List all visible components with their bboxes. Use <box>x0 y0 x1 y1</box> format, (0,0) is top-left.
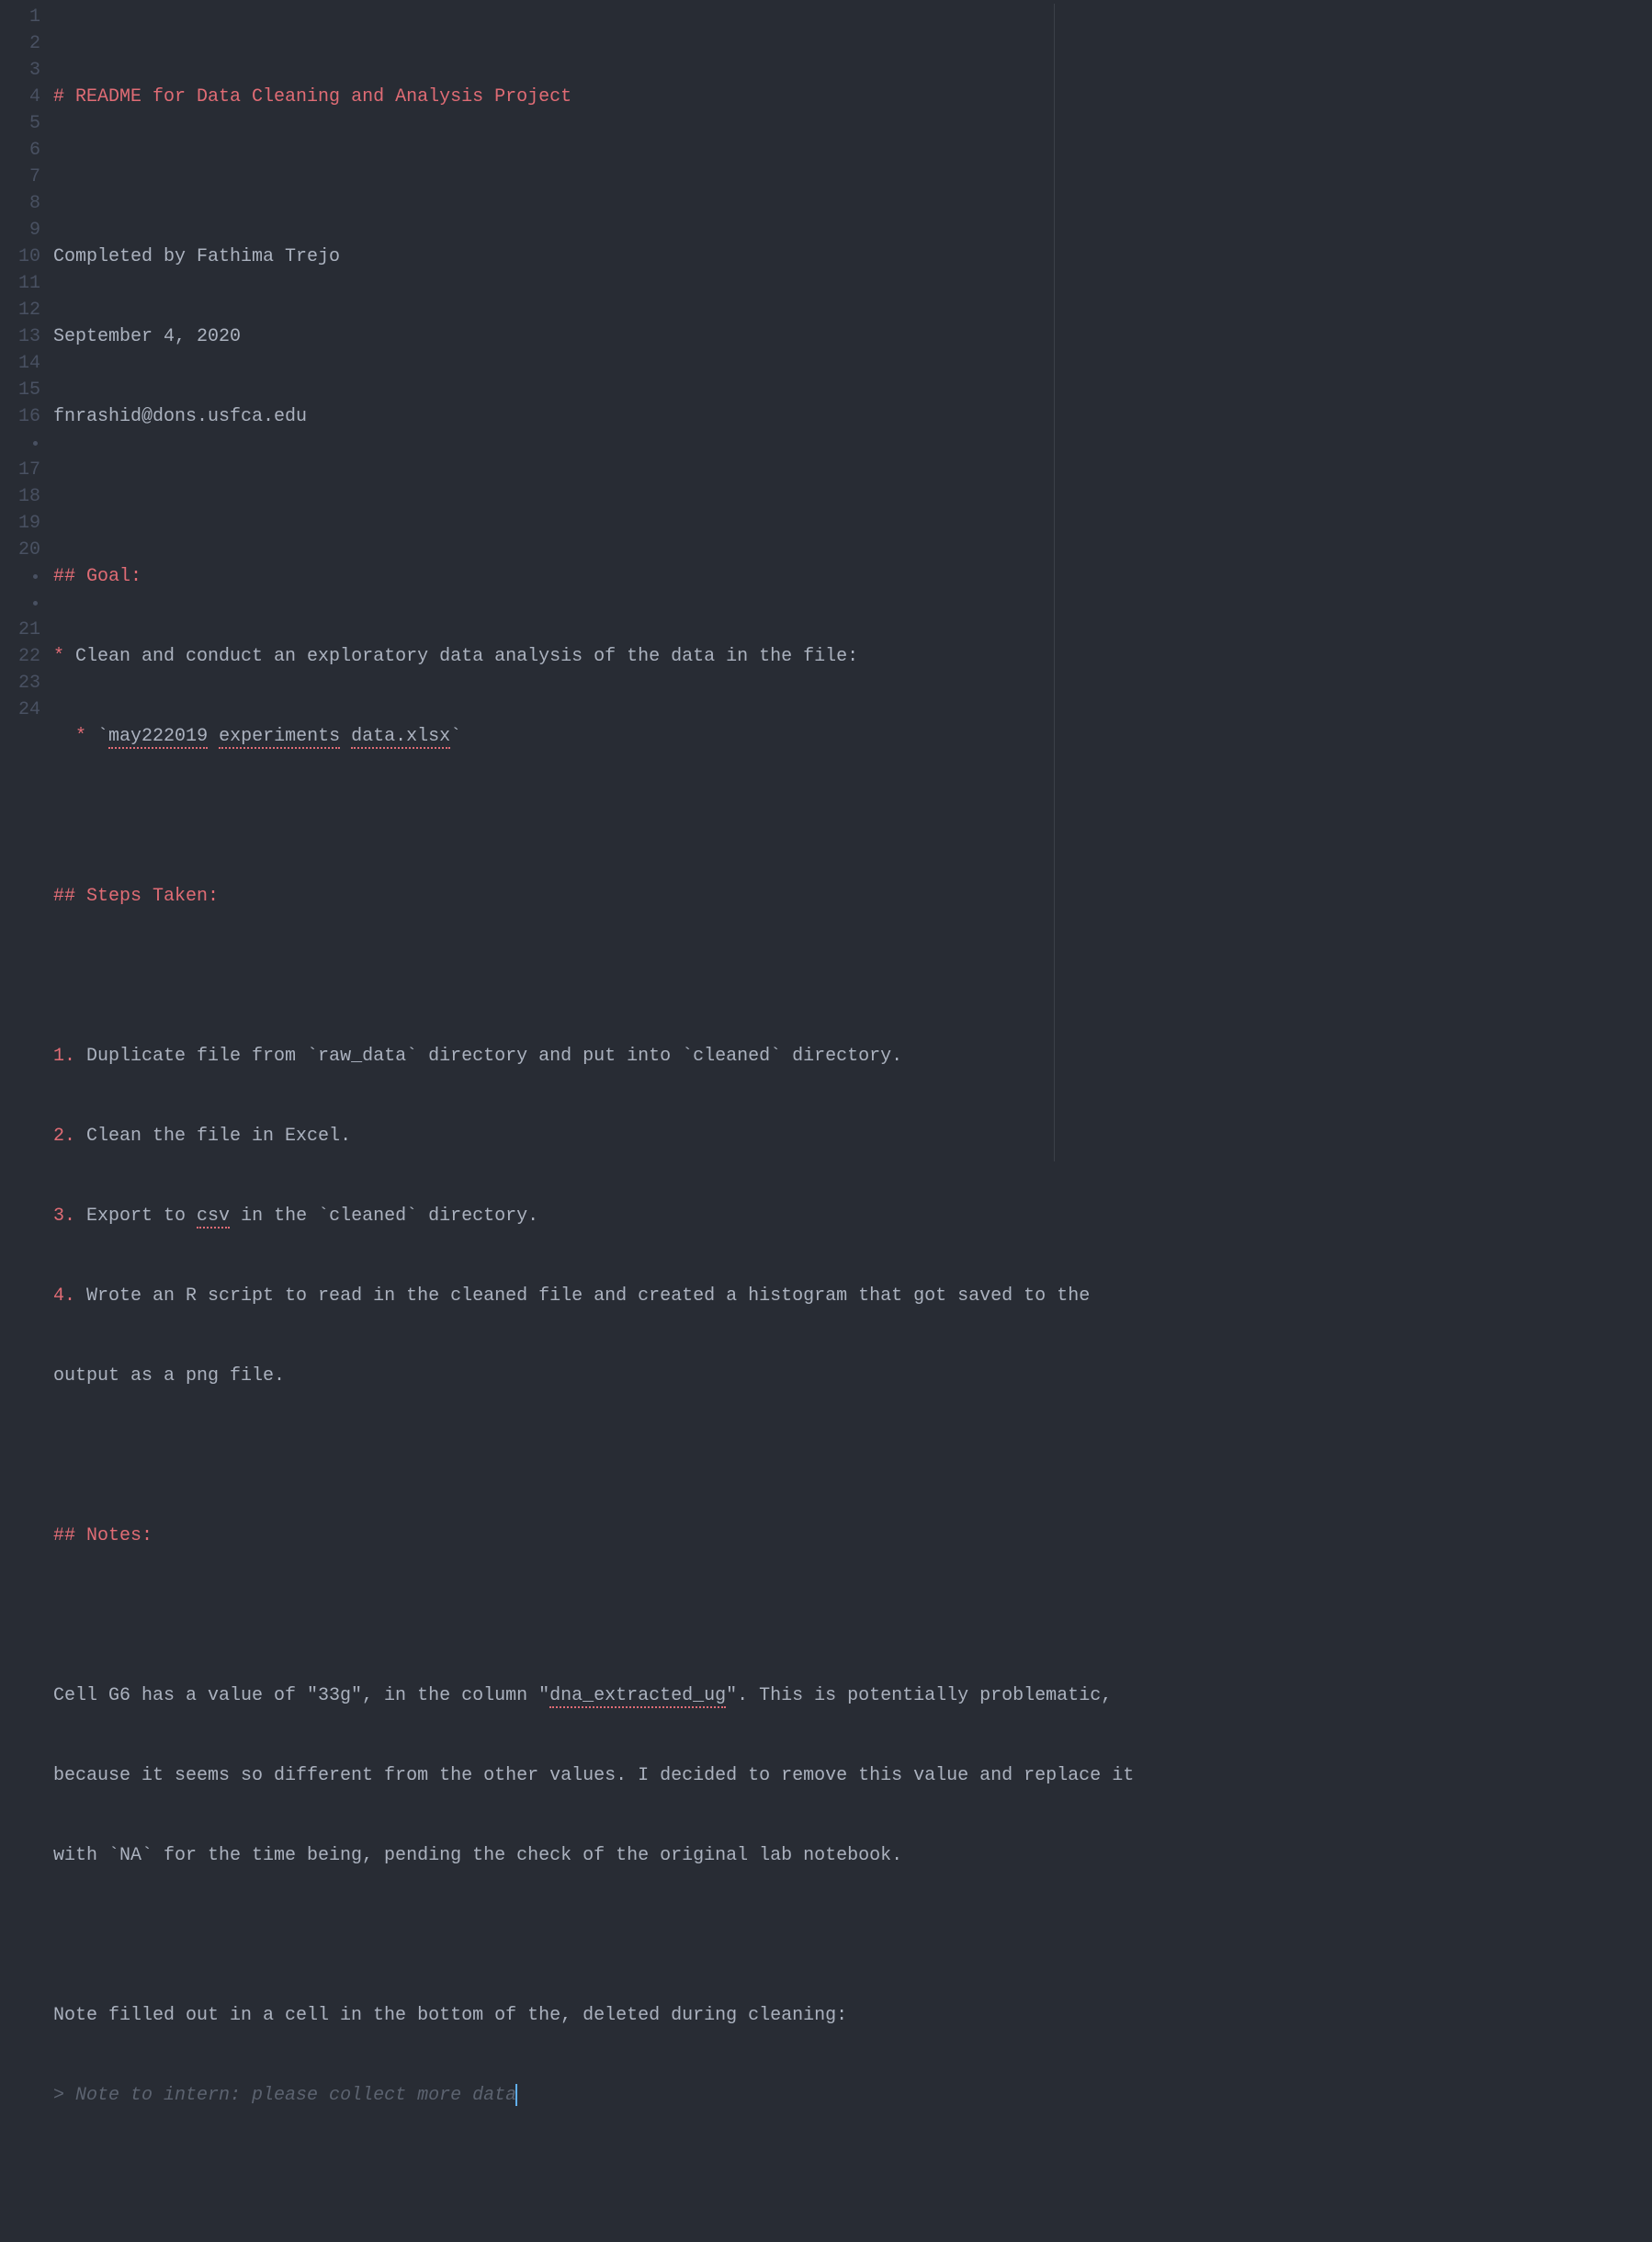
markdown-heading-text: Notes: <box>86 1525 153 1546</box>
code-line: output as a png file. <box>53 1363 1652 1389</box>
code-line: ## Goal: <box>53 563 1652 590</box>
markdown-heading-text: Goal: <box>86 566 141 587</box>
text: because it seems so different from the o… <box>53 1765 1145 1786</box>
text: in the `cleaned` directory. <box>230 1206 538 1227</box>
line-number: 13 <box>0 323 40 350</box>
text: with `NA` for the time being, pending th… <box>53 1845 902 1866</box>
text: Wrote an R script to read in the cleaned… <box>75 1285 1101 1307</box>
code-line <box>53 164 1652 190</box>
line-number: 12 <box>0 297 40 323</box>
code-line: 2. Clean the file in Excel. <box>53 1123 1652 1149</box>
line-number: 14 <box>0 350 40 377</box>
code-line <box>53 1602 1652 1629</box>
text: fnrashid@dons.usfca.edu <box>53 406 307 427</box>
list-number: 3. <box>53 1206 75 1227</box>
code-line <box>53 803 1652 830</box>
line-number: 5 <box>0 110 40 137</box>
line-number: 9 <box>0 217 40 243</box>
blockquote-text: Note to intern: please collect more data <box>75 2085 516 2106</box>
list-number: 4. <box>53 1285 75 1307</box>
code-line <box>53 1922 1652 1949</box>
line-number: 4 <box>0 84 40 110</box>
backtick: ` <box>97 726 108 747</box>
text: Cell G6 has a value of "33g", in the col… <box>53 1685 549 1706</box>
wrap-dot-icon <box>0 590 40 617</box>
blockquote-marker: > <box>53 2085 75 2106</box>
line-number: 20 <box>0 537 40 563</box>
code-line: ## Notes: <box>53 1523 1652 1549</box>
spellcheck-word: dna_extracted_ug <box>549 1685 726 1708</box>
line-number: 23 <box>0 670 40 696</box>
code-line: 3. Export to csv in the `cleaned` direct… <box>53 1203 1652 1229</box>
code-line: 4. Wrote an R script to read in the clea… <box>53 1283 1652 1309</box>
code-line: Completed by Fathima Trejo <box>53 243 1652 270</box>
markdown-heading-text: README for Data Cleaning and Analysis Pr… <box>75 86 571 108</box>
markdown-heading-marker: # <box>53 86 75 108</box>
markdown-heading-marker: ## <box>53 1525 86 1546</box>
code-content[interactable]: # README for Data Cleaning and Analysis … <box>53 4 1652 1161</box>
line-number: 10 <box>0 243 40 270</box>
line-number-gutter: 123456789101112131415161718192021222324 <box>0 4 53 1161</box>
line-number: 1 <box>0 4 40 30</box>
line-number: 21 <box>0 617 40 643</box>
text-cursor <box>515 2084 517 2106</box>
code-line: ## Steps Taken: <box>53 883 1652 910</box>
line-number: 3 <box>0 57 40 84</box>
code-line <box>53 2162 1652 2189</box>
code-line <box>53 1443 1652 1469</box>
line-number: 7 <box>0 164 40 190</box>
line-number: 2 <box>0 30 40 57</box>
code-line: * `may222019 experiments data.xlsx` <box>53 723 1652 750</box>
spellcheck-word: data.xlsx <box>351 726 450 749</box>
code-line: Note filled out in a cell in the bottom … <box>53 2002 1652 2029</box>
code-line: Cell G6 has a value of "33g", in the col… <box>53 1682 1652 1709</box>
line-number: 22 <box>0 643 40 670</box>
code-line: * Clean and conduct an exploratory data … <box>53 643 1652 670</box>
markdown-heading-marker: ## <box>53 886 86 907</box>
code-line: 1. Duplicate file from `raw_data` direct… <box>53 1043 1652 1070</box>
code-line <box>53 963 1652 990</box>
code-line: September 4, 2020 <box>53 323 1652 350</box>
text: ". This is potentially problematic, <box>726 1685 1123 1706</box>
text: Clean and conduct an exploratory data an… <box>75 646 858 667</box>
line-number: 18 <box>0 483 40 510</box>
spellcheck-word: may222019 <box>108 726 208 749</box>
text: Duplicate file from `raw_data` directory… <box>75 1046 902 1067</box>
wrap-dot-icon <box>0 430 40 457</box>
line-number: 8 <box>0 190 40 217</box>
code-line: with `NA` for the time being, pending th… <box>53 1842 1652 1869</box>
text: output as a png file. <box>53 1365 285 1387</box>
backtick: ` <box>450 726 461 747</box>
code-editor[interactable]: 123456789101112131415161718192021222324 … <box>0 0 1652 1161</box>
list-number: 2. <box>53 1126 75 1147</box>
code-line <box>53 483 1652 510</box>
code-line: because it seems so different from the o… <box>53 1762 1652 1789</box>
code-line: # README for Data Cleaning and Analysis … <box>53 84 1652 110</box>
text: Clean the file in Excel. <box>75 1126 351 1147</box>
code-line: > Note to intern: please collect more da… <box>53 2082 1652 2109</box>
markdown-heading-text: Steps Taken: <box>86 886 219 907</box>
line-number: 16 <box>0 403 40 430</box>
spellcheck-word: experiments <box>219 726 340 749</box>
line-number: 24 <box>0 696 40 723</box>
line-number: 6 <box>0 137 40 164</box>
bullet-marker: * <box>53 646 75 667</box>
spellcheck-word: csv <box>197 1206 230 1229</box>
text: Completed by Fathima Trejo <box>53 246 340 267</box>
markdown-heading-marker: ## <box>53 566 86 587</box>
list-number: 1. <box>53 1046 75 1067</box>
line-number: 19 <box>0 510 40 537</box>
text: September 4, 2020 <box>53 326 241 347</box>
line-number: 15 <box>0 377 40 403</box>
text: Note filled out in a cell in the bottom … <box>53 2005 847 2026</box>
code-line: fnrashid@dons.usfca.edu <box>53 403 1652 430</box>
wrap-dot-icon <box>0 563 40 590</box>
bullet-marker: * <box>75 726 97 747</box>
line-number: 17 <box>0 457 40 483</box>
line-number: 11 <box>0 270 40 297</box>
text: Export to <box>75 1206 197 1227</box>
indent <box>53 726 75 747</box>
